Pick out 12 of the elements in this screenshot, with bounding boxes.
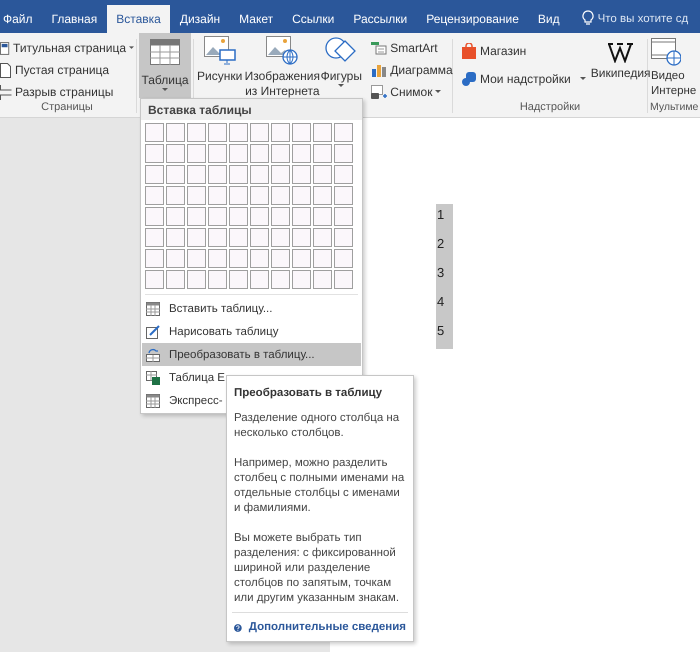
tooltip-text: Например, можно разделить столбец с полными именами на отдельные столбцы с именами и фамилиями. — [234, 456, 406, 516]
group-label: Страницы — [40, 101, 94, 113]
list-number: 5 — [436, 322, 446, 340]
group-label: Надстройки — [518, 101, 582, 113]
list-number: 3 — [436, 264, 446, 282]
tooltip-title: Преобразовать в таблицу — [234, 386, 383, 401]
menu-title: Вставка таблицы — [148, 102, 252, 116]
tooltip-text: Вы можете выбрать тип разделения: с фиксированной шириной или разделение столбцов по запятым, точкам или другим указанным знакам. — [234, 531, 400, 606]
list-number: 1 — [436, 206, 446, 224]
list-number: 2 — [436, 235, 446, 253]
list-number: 4 — [436, 293, 446, 311]
tooltip-text: Разделение одного столбца на несколько столбцов. — [234, 411, 400, 441]
